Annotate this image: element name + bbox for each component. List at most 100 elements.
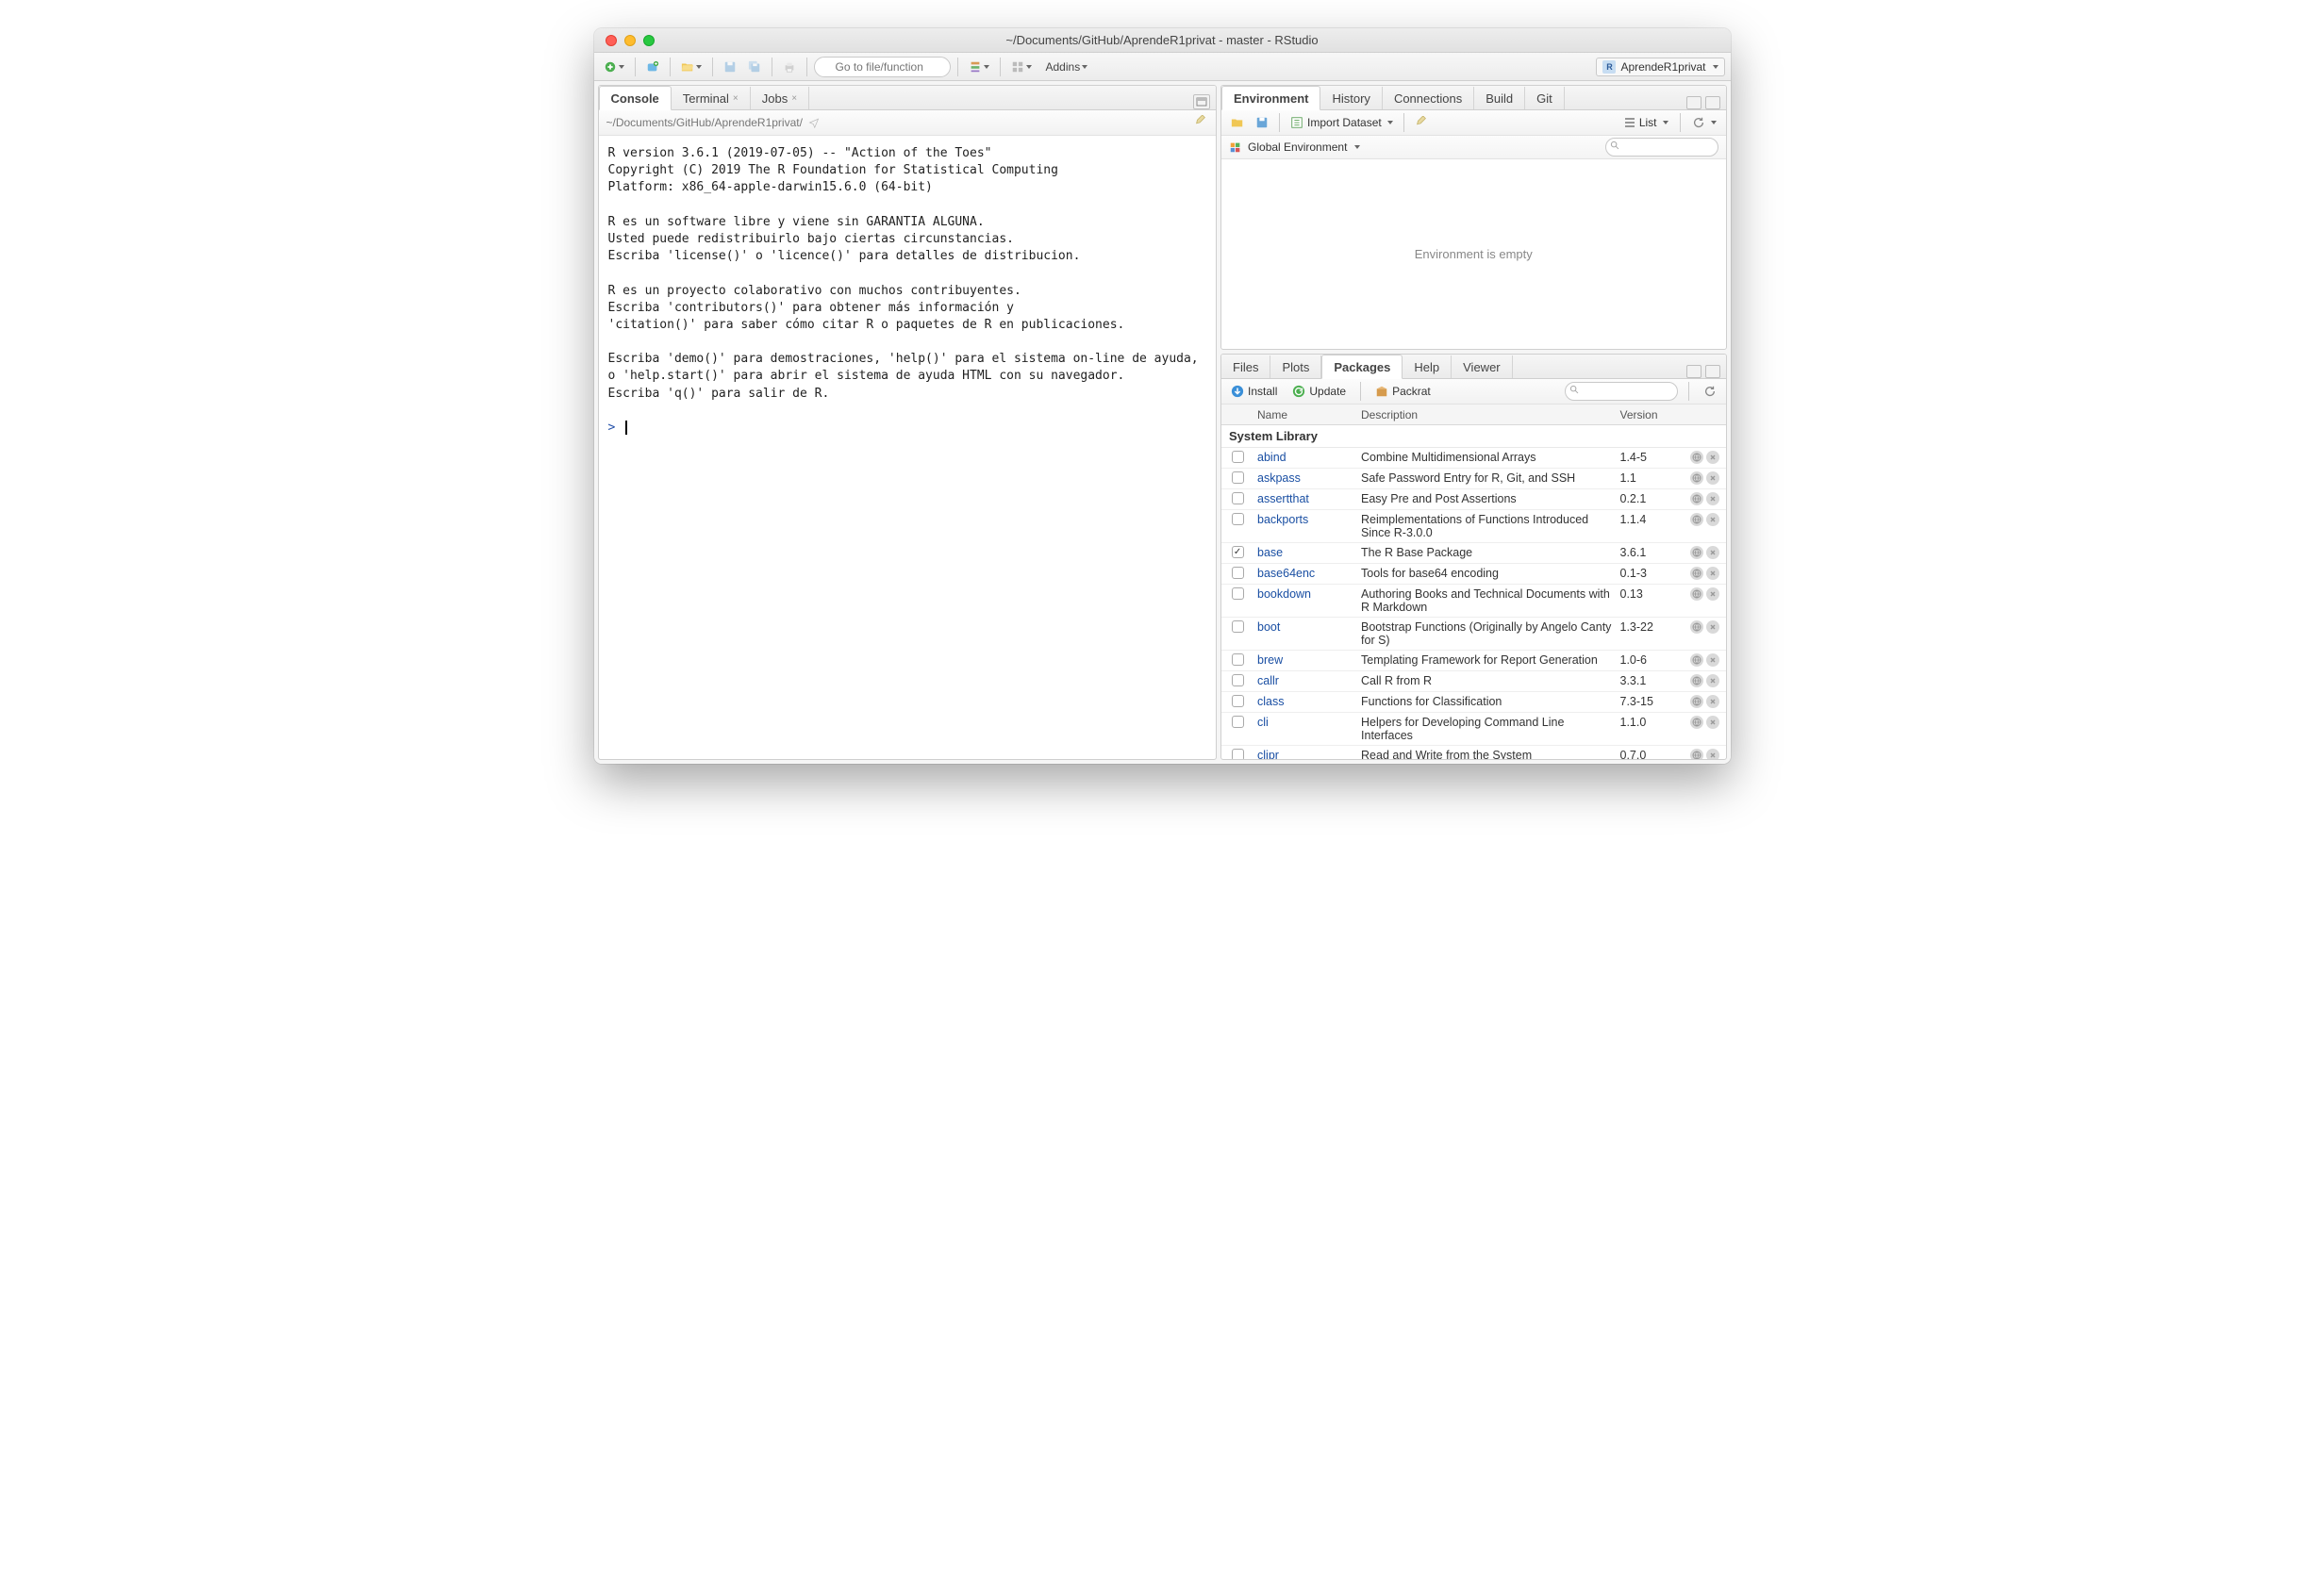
pkg-checkbox[interactable]	[1232, 546, 1244, 558]
pane-minimize-button[interactable]	[1686, 96, 1702, 109]
pkg-remove-icon[interactable]	[1706, 587, 1719, 601]
clear-console-button[interactable]	[1193, 115, 1208, 131]
minimize-window-button[interactable]	[624, 35, 636, 46]
tab-connections[interactable]: Connections	[1383, 87, 1474, 109]
goto-file-input[interactable]	[814, 57, 951, 77]
pkg-web-icon[interactable]	[1690, 716, 1703, 729]
close-window-button[interactable]	[606, 35, 617, 46]
pkg-checkbox[interactable]	[1232, 471, 1244, 484]
packrat-button[interactable]: Packrat	[1371, 383, 1435, 400]
save-workspace-button[interactable]	[1252, 114, 1272, 131]
zoom-window-button[interactable]	[643, 35, 655, 46]
pkg-checkbox[interactable]	[1232, 492, 1244, 504]
pkg-checkbox[interactable]	[1232, 587, 1244, 600]
pkg-checkbox[interactable]	[1232, 695, 1244, 707]
console-output[interactable]: R version 3.6.1 (2019-07-05) -- "Action …	[599, 136, 1217, 759]
load-workspace-button[interactable]	[1227, 114, 1248, 131]
pkg-web-icon[interactable]	[1690, 513, 1703, 526]
tab-environment[interactable]: Environment	[1221, 86, 1320, 110]
pkg-remove-icon[interactable]	[1706, 749, 1719, 759]
tab-jobs[interactable]: Jobs×	[751, 87, 809, 109]
pkg-checkbox[interactable]	[1232, 513, 1244, 525]
pkg-search-input[interactable]	[1565, 382, 1678, 401]
tab-history[interactable]: History	[1320, 87, 1382, 109]
pkg-checkbox[interactable]	[1232, 451, 1244, 463]
tab-build[interactable]: Build	[1474, 87, 1525, 109]
update-button[interactable]: Update	[1288, 383, 1350, 400]
list-grid-toggle[interactable]: List	[1620, 114, 1672, 131]
pkg-checkbox[interactable]	[1232, 620, 1244, 633]
save-button[interactable]	[720, 57, 740, 77]
pkg-name-link[interactable]: bookdown	[1257, 587, 1311, 601]
pkg-name-link[interactable]: assertthat	[1257, 492, 1309, 505]
build-tools-button[interactable]	[965, 57, 993, 77]
pkg-name-link[interactable]: class	[1257, 695, 1284, 708]
pkg-name-link[interactable]: brew	[1257, 653, 1283, 667]
tab-plots[interactable]: Plots	[1270, 355, 1321, 378]
pkg-name-link[interactable]: backports	[1257, 513, 1308, 526]
refresh-packages-button[interactable]	[1700, 383, 1720, 400]
pkg-remove-icon[interactable]	[1706, 674, 1719, 687]
pkg-checkbox[interactable]	[1232, 567, 1244, 579]
tab-git[interactable]: Git	[1525, 87, 1565, 109]
new-project-button[interactable]	[642, 57, 663, 77]
pkg-remove-icon[interactable]	[1706, 492, 1719, 505]
save-all-button[interactable]	[744, 57, 765, 77]
pkg-remove-icon[interactable]	[1706, 546, 1719, 559]
pkg-name-link[interactable]: callr	[1257, 674, 1279, 687]
tab-viewer[interactable]: Viewer	[1452, 355, 1513, 378]
pkg-checkbox[interactable]	[1232, 749, 1244, 759]
pkg-web-icon[interactable]	[1690, 653, 1703, 667]
pkg-name-link[interactable]: boot	[1257, 620, 1280, 634]
pkg-name-link[interactable]: base64enc	[1257, 567, 1315, 580]
pkg-web-icon[interactable]	[1690, 587, 1703, 601]
pkg-remove-icon[interactable]	[1706, 451, 1719, 464]
pkg-checkbox[interactable]	[1232, 653, 1244, 666]
pane-maximize-button[interactable]	[1705, 365, 1720, 378]
pkg-web-icon[interactable]	[1690, 471, 1703, 485]
pkg-remove-icon[interactable]	[1706, 513, 1719, 526]
pane-maximize-button[interactable]	[1193, 94, 1210, 109]
pkg-checkbox[interactable]	[1232, 716, 1244, 728]
pkg-remove-icon[interactable]	[1706, 695, 1719, 708]
addins-button[interactable]: Addins	[1039, 57, 1092, 77]
pkg-list[interactable]: System Library abindCombine Multidimensi…	[1221, 425, 1725, 759]
clear-objects-button[interactable]	[1411, 114, 1432, 131]
pkg-remove-icon[interactable]	[1706, 653, 1719, 667]
pkg-remove-icon[interactable]	[1706, 567, 1719, 580]
refresh-button[interactable]	[1688, 114, 1720, 131]
pkg-remove-icon[interactable]	[1706, 620, 1719, 634]
pkg-web-icon[interactable]	[1690, 567, 1703, 580]
send-icon[interactable]	[808, 117, 820, 128]
tab-files[interactable]: Files	[1221, 355, 1270, 378]
col-version[interactable]: Version	[1620, 408, 1685, 421]
pkg-web-icon[interactable]	[1690, 749, 1703, 759]
close-icon[interactable]: ×	[733, 93, 739, 104]
new-file-button[interactable]	[600, 57, 628, 77]
pkg-checkbox[interactable]	[1232, 674, 1244, 686]
pane-minimize-button[interactable]	[1686, 365, 1702, 378]
tab-packages[interactable]: Packages	[1321, 355, 1403, 379]
tab-console[interactable]: Console	[599, 86, 672, 110]
col-name[interactable]: Name	[1253, 408, 1357, 421]
pkg-remove-icon[interactable]	[1706, 471, 1719, 485]
pkg-remove-icon[interactable]	[1706, 716, 1719, 729]
env-search-input[interactable]	[1605, 138, 1718, 157]
pkg-web-icon[interactable]	[1690, 695, 1703, 708]
tab-terminal[interactable]: Terminal×	[672, 87, 751, 109]
project-selector[interactable]: R AprendeR1privat	[1596, 58, 1724, 76]
pkg-web-icon[interactable]	[1690, 546, 1703, 559]
open-file-button[interactable]	[677, 57, 706, 77]
grid-button[interactable]	[1007, 57, 1036, 77]
pkg-web-icon[interactable]	[1690, 674, 1703, 687]
pane-maximize-button[interactable]	[1705, 96, 1720, 109]
scope-label[interactable]: Global Environment	[1248, 140, 1347, 154]
tab-help[interactable]: Help	[1403, 355, 1452, 378]
pkg-name-link[interactable]: base	[1257, 546, 1283, 559]
pkg-name-link[interactable]: clipr	[1257, 749, 1279, 759]
pkg-name-link[interactable]: abind	[1257, 451, 1286, 464]
pkg-web-icon[interactable]	[1690, 451, 1703, 464]
col-desc[interactable]: Description	[1357, 408, 1619, 421]
import-dataset-button[interactable]: Import Dataset	[1286, 114, 1397, 131]
close-icon[interactable]: ×	[791, 93, 797, 104]
